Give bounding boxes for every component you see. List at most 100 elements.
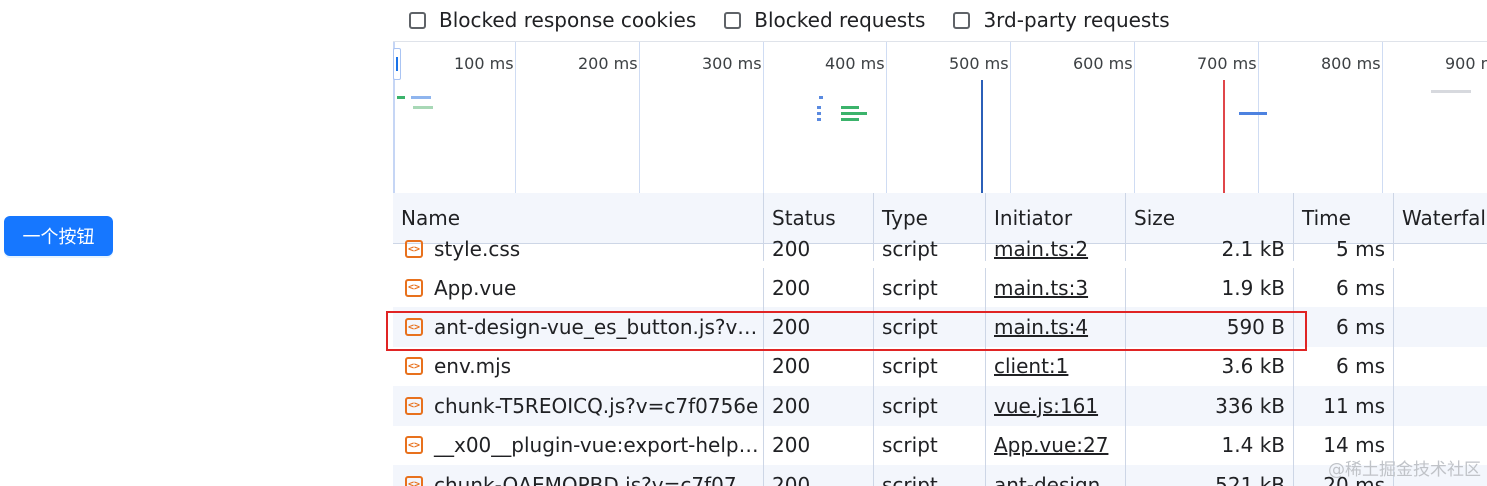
- table-row[interactable]: <> style.css 200 script main.ts:2 2.1 kB …: [393, 237, 1487, 268]
- initiator-link[interactable]: client:1: [994, 354, 1068, 378]
- checkbox-icon[interactable]: [724, 11, 742, 29]
- request-size: 3.6 kB: [1126, 346, 1294, 387]
- overview-tick-label: 700 ms: [1197, 54, 1257, 73]
- network-overview-timeline[interactable]: 100 ms 200 ms 300 ms 400 ms 500 ms 600 m…: [393, 41, 1487, 194]
- request-name: chunk-T5REOICQ.js?v=c7f0756e: [434, 393, 759, 418]
- request-waterfall: [1394, 237, 1487, 261]
- table-body: <> style.css 200 script main.ts:2 2.1 kB …: [393, 237, 1487, 486]
- request-waterfall: [1394, 386, 1487, 425]
- network-requests-table: Name Status Type Initiator Size Time Wat…: [393, 193, 1487, 486]
- table-row[interactable]: <> App.vue 200 script main.ts:3 1.9 kB 6 …: [393, 268, 1487, 308]
- overview-request-mark: [841, 106, 859, 109]
- request-status: 200: [764, 237, 874, 261]
- overview-tick-label: 300 ms: [702, 54, 762, 73]
- column-header-time[interactable]: Time: [1294, 193, 1394, 243]
- request-type: script: [874, 346, 986, 387]
- request-time: 11 ms: [1294, 386, 1394, 426]
- table-row[interactable]: <> chunk-QAEMOPBD.js?v=c7f07… 200 script …: [393, 464, 1487, 486]
- overview-request-mark: [817, 118, 821, 121]
- request-name: style.css: [434, 237, 521, 261]
- initiator-link[interactable]: vue.js:161: [994, 394, 1098, 418]
- script-file-icon: <>: [405, 318, 423, 337]
- overview-request-mark: [413, 106, 433, 109]
- filter-blocked-requests[interactable]: Blocked requests: [724, 8, 925, 32]
- request-size: 2.1 kB: [1126, 237, 1294, 261]
- request-type: script: [874, 464, 986, 486]
- overview-request-mark: [817, 112, 821, 115]
- overview-tick-label: 200 ms: [578, 54, 638, 73]
- table-row[interactable]: <> ant-design-vue_es_button.js?v… 200 scr…: [393, 307, 1487, 347]
- column-header-waterfall[interactable]: Waterfall: [1394, 193, 1487, 243]
- overview-range-handle[interactable]: [393, 48, 401, 80]
- overview-gridline: [886, 42, 887, 193]
- table-row[interactable]: <> __x00__plugin-vue:export-help… 200 scr…: [393, 425, 1487, 465]
- request-time: 6 ms: [1294, 268, 1394, 308]
- request-name: App.vue: [434, 275, 517, 300]
- column-header-size[interactable]: Size: [1126, 193, 1294, 243]
- overview-tick-label: 900 m: [1445, 54, 1487, 73]
- overview-request-mark: [397, 96, 405, 99]
- request-time: 5 ms: [1294, 237, 1394, 261]
- request-waterfall: [1394, 347, 1487, 386]
- request-size: 590 B: [1126, 307, 1294, 347]
- request-type: script: [874, 425, 986, 465]
- request-name: env.mjs: [434, 354, 512, 379]
- overview-request-mark: [1239, 112, 1267, 115]
- dom-content-loaded-marker: [981, 80, 983, 193]
- overview-gridline: [515, 42, 516, 193]
- overview-tick-label: 800 ms: [1321, 54, 1381, 73]
- overview-gridline: [1382, 42, 1383, 193]
- load-event-marker: [1223, 80, 1225, 193]
- overview-gridline: [639, 42, 640, 193]
- request-waterfall: [1394, 307, 1487, 346]
- request-size: 336 kB: [1126, 386, 1294, 426]
- initiator-link[interactable]: App.vue:27: [994, 433, 1108, 457]
- column-header-initiator[interactable]: Initiator: [986, 193, 1126, 243]
- request-size: 521 kB: [1126, 464, 1294, 486]
- initiator-link[interactable]: main.ts:2: [994, 237, 1088, 261]
- overview-gridline: [1258, 42, 1259, 193]
- column-header-name[interactable]: Name: [393, 193, 764, 243]
- overview-request-mark: [841, 112, 867, 115]
- overview-gridline: [763, 42, 764, 193]
- filter-blocked-response-cookies[interactable]: Blocked response cookies: [409, 8, 696, 32]
- request-name: ant-design-vue_es_button.js?v…: [434, 315, 758, 340]
- overview-tick-label: 400 ms: [825, 54, 885, 73]
- watermark: @稀土掘金技术社区: [1328, 460, 1481, 480]
- request-name: __x00__plugin-vue:export-help…: [434, 433, 759, 458]
- script-file-icon: <>: [405, 475, 423, 486]
- script-file-icon: <>: [405, 396, 423, 415]
- initiator-link[interactable]: ant-design…: [994, 473, 1120, 486]
- initiator-link[interactable]: main.ts:3: [994, 276, 1088, 300]
- overview-request-mark: [819, 96, 823, 99]
- script-file-icon: <>: [405, 357, 423, 376]
- filter-label: Blocked requests: [754, 8, 926, 32]
- checkbox-icon[interactable]: [409, 11, 426, 29]
- request-name: chunk-QAEMOPBD.js?v=c7f07…: [434, 472, 757, 486]
- overview-request-mark: [411, 96, 431, 99]
- request-status: 200: [764, 386, 874, 426]
- devtools-network-panel: Blocked response cookies Blocked request…: [393, 0, 1487, 486]
- checkbox-icon[interactable]: [953, 11, 971, 29]
- overview-gridline: [1010, 42, 1011, 193]
- request-size: 1.4 kB: [1126, 425, 1294, 465]
- table-row[interactable]: <> env.mjs 200 script client:1 3.6 kB 6 m…: [393, 346, 1487, 387]
- overview-gridline: [1134, 42, 1135, 193]
- primary-button[interactable]: 一个按钮: [4, 216, 113, 256]
- filter-label: 3rd-party requests: [983, 8, 1170, 32]
- request-time: 6 ms: [1294, 346, 1394, 387]
- filter-bar: Blocked response cookies Blocked request…: [393, 0, 1487, 40]
- overview-tick-label: 500 ms: [949, 54, 1009, 73]
- request-status: 200: [764, 346, 874, 387]
- request-time: 6 ms: [1294, 307, 1394, 347]
- script-file-icon: <>: [405, 436, 423, 455]
- filter-3rd-party-requests[interactable]: 3rd-party requests: [953, 8, 1170, 32]
- table-row[interactable]: <> chunk-T5REOICQ.js?v=c7f0756e 200 scrip…: [393, 386, 1487, 426]
- script-file-icon: <>: [405, 240, 423, 258]
- initiator-link[interactable]: main.ts:4: [994, 315, 1088, 339]
- column-header-status[interactable]: Status: [764, 193, 874, 243]
- request-status: 200: [764, 307, 874, 347]
- column-header-type[interactable]: Type: [874, 193, 986, 243]
- filter-label: Blocked response cookies: [439, 8, 697, 32]
- request-status: 200: [764, 425, 874, 465]
